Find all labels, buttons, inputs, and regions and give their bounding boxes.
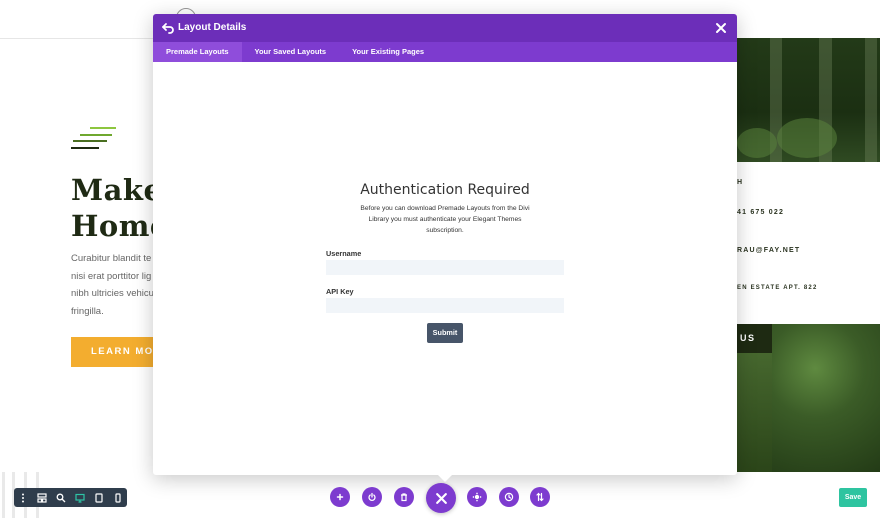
menu-dots-icon[interactable] [14,488,33,507]
close-icon [435,492,447,504]
api-key-field[interactable] [326,298,564,313]
history-icon [504,492,514,502]
tab-saved-layouts[interactable]: Your Saved Layouts [242,42,340,62]
photo-plants-bottom [772,324,880,472]
save-button[interactable]: Save [839,488,867,507]
zoom-icon[interactable] [52,488,71,507]
phone-icon[interactable] [108,488,127,507]
username-field[interactable] [326,260,564,275]
api-key-label: API Key [326,287,354,296]
submit-button[interactable]: Submit [427,323,463,343]
contact-address: EN ESTATE APT. 822 [737,285,818,291]
auth-panel: Authentication Required Before you can d… [153,182,737,236]
back-icon[interactable] [161,21,175,35]
sort-button[interactable] [530,487,550,507]
power-button[interactable] [362,487,382,507]
trash-button[interactable] [394,487,414,507]
view-mode-bar [14,488,127,507]
tablet-icon[interactable] [89,488,108,507]
modal-tabs: Premade Layouts Your Saved Layouts Your … [153,42,737,62]
builder-stage: Make Y Home Curabitur blandit te nisi er… [0,0,880,518]
modal-header: Layout Details [153,14,737,42]
contact-email: RAU@FAY.NET [737,247,801,254]
history-button[interactable] [499,487,519,507]
desktop-icon[interactable] [70,488,89,507]
settings-icon [472,492,482,502]
auth-title: Authentication Required [360,182,530,198]
trash-icon [401,493,407,502]
username-label: Username [326,249,362,258]
modal-caret [438,475,452,482]
close-builder-button[interactable] [426,483,456,513]
hero-text: Curabitur blandit te nisi erat porttitor… [71,253,154,318]
photo-plants-top [737,38,880,162]
sort-icon [536,492,544,502]
contact-line: H [737,179,744,186]
add-icon [336,493,344,501]
modal-title: Layout Details [178,22,247,33]
power-icon [368,492,376,501]
photo-plants-bottom-strip [737,353,772,472]
add-button[interactable] [330,487,350,507]
close-icon[interactable] [715,22,727,34]
auth-description: Before you can download Premade Layouts … [360,205,530,234]
layout-details-modal: Layout Details Premade Layouts Your Save… [153,14,737,475]
settings-button[interactable] [467,487,487,507]
contact-phone: 41 675 022 [737,209,785,216]
contact-us-button[interactable]: US [737,324,772,353]
wireframe-icon[interactable] [33,488,52,507]
tab-premade-layouts[interactable]: Premade Layouts [153,42,242,62]
learn-more-button[interactable]: LEARN MORE [71,337,161,367]
tab-existing-pages[interactable]: Your Existing Pages [339,42,437,62]
